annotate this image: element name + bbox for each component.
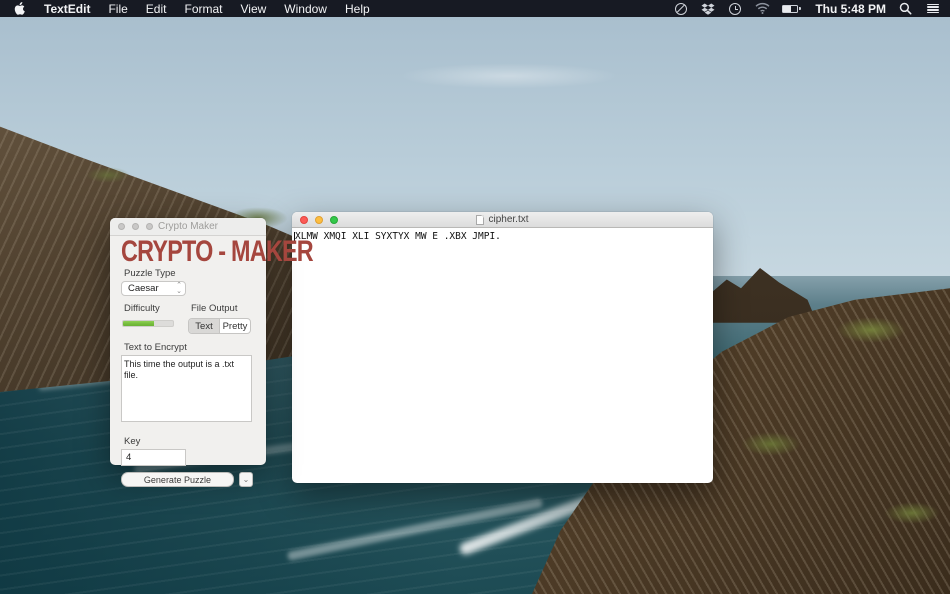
menu-view[interactable]: View bbox=[241, 2, 267, 16]
file-output-segmented-control: Text Pretty bbox=[188, 318, 251, 334]
menu-app-name[interactable]: TextEdit bbox=[44, 2, 90, 16]
generate-options-dropdown-button[interactable]: ⌄ bbox=[238, 472, 253, 487]
time-machine-icon[interactable] bbox=[728, 2, 742, 16]
menu-file[interactable]: File bbox=[108, 2, 127, 16]
textedit-document-area[interactable]: XLMW XMQI XLI SYXTYX MW E .XBX JMPI. bbox=[292, 228, 713, 245]
wifi-icon[interactable] bbox=[755, 2, 770, 16]
key-label: Key bbox=[124, 436, 141, 447]
segment-text[interactable]: Text bbox=[189, 319, 219, 333]
chevron-down-icon: ⌄ bbox=[242, 475, 250, 484]
textedit-titlebar[interactable]: cipher.txt bbox=[292, 212, 713, 228]
difficulty-label: Difficulty bbox=[124, 303, 160, 314]
textedit-window-title: cipher.txt bbox=[292, 214, 713, 225]
dropbox-icon[interactable] bbox=[701, 2, 715, 16]
cipher-text: XLMW XMQI XLI SYXTYX MW E .XBX JMPI. bbox=[295, 231, 501, 242]
text-to-encrypt-label: Text to Encrypt bbox=[124, 342, 187, 353]
notification-center-icon[interactable] bbox=[926, 2, 940, 16]
close-button[interactable] bbox=[300, 215, 308, 224]
textedit-window: cipher.txt XLMW XMQI XLI SYXTYX MW E .XB… bbox=[292, 212, 713, 483]
menu-bar-clock[interactable]: Thu 5:48 PM bbox=[815, 2, 886, 16]
spotlight-search-icon[interactable] bbox=[899, 2, 913, 16]
difficulty-level-indicator[interactable] bbox=[122, 320, 174, 327]
crypto-maker-window: Crypto Maker CRYPTO - MAKER Puzzle Type … bbox=[110, 218, 314, 487]
crypto-titlebar[interactable]: Crypto Maker bbox=[110, 218, 266, 236]
menu-help[interactable]: Help bbox=[345, 2, 370, 16]
wallpaper-cloud bbox=[399, 63, 619, 90]
menu-format[interactable]: Format bbox=[184, 2, 222, 16]
menu-window[interactable]: Window bbox=[284, 2, 327, 16]
crypto-maker-logo: CRYPTO - MAKER bbox=[121, 235, 314, 268]
minimize-button-inactive[interactable] bbox=[132, 223, 139, 230]
close-button-inactive[interactable] bbox=[118, 223, 125, 230]
puzzle-type-label: Puzzle Type bbox=[124, 268, 176, 279]
difficulty-fill bbox=[123, 321, 154, 326]
key-field[interactable] bbox=[121, 449, 186, 466]
document-icon bbox=[476, 214, 485, 225]
apple-menu-icon[interactable] bbox=[14, 2, 26, 16]
file-output-label: File Output bbox=[191, 303, 238, 314]
zoom-button[interactable] bbox=[330, 215, 338, 224]
battery-icon[interactable] bbox=[782, 2, 802, 16]
text-to-encrypt-field[interactable]: This time the output is a .txt file. bbox=[121, 355, 252, 422]
generate-puzzle-button[interactable]: Generate Puzzle bbox=[121, 472, 234, 487]
menu-edit[interactable]: Edit bbox=[146, 2, 167, 16]
select-stepper-icon: ⌃ ⌄ bbox=[176, 282, 182, 295]
zoom-button-inactive[interactable] bbox=[146, 223, 153, 230]
puzzle-type-select[interactable]: Caesar ⌃ ⌄ bbox=[121, 281, 186, 296]
menu-bar: TextEdit File Edit Format View Window He… bbox=[0, 0, 950, 17]
do-not-disturb-icon[interactable] bbox=[674, 2, 688, 16]
minimize-button[interactable] bbox=[315, 215, 323, 224]
segment-pretty[interactable]: Pretty bbox=[219, 319, 250, 333]
